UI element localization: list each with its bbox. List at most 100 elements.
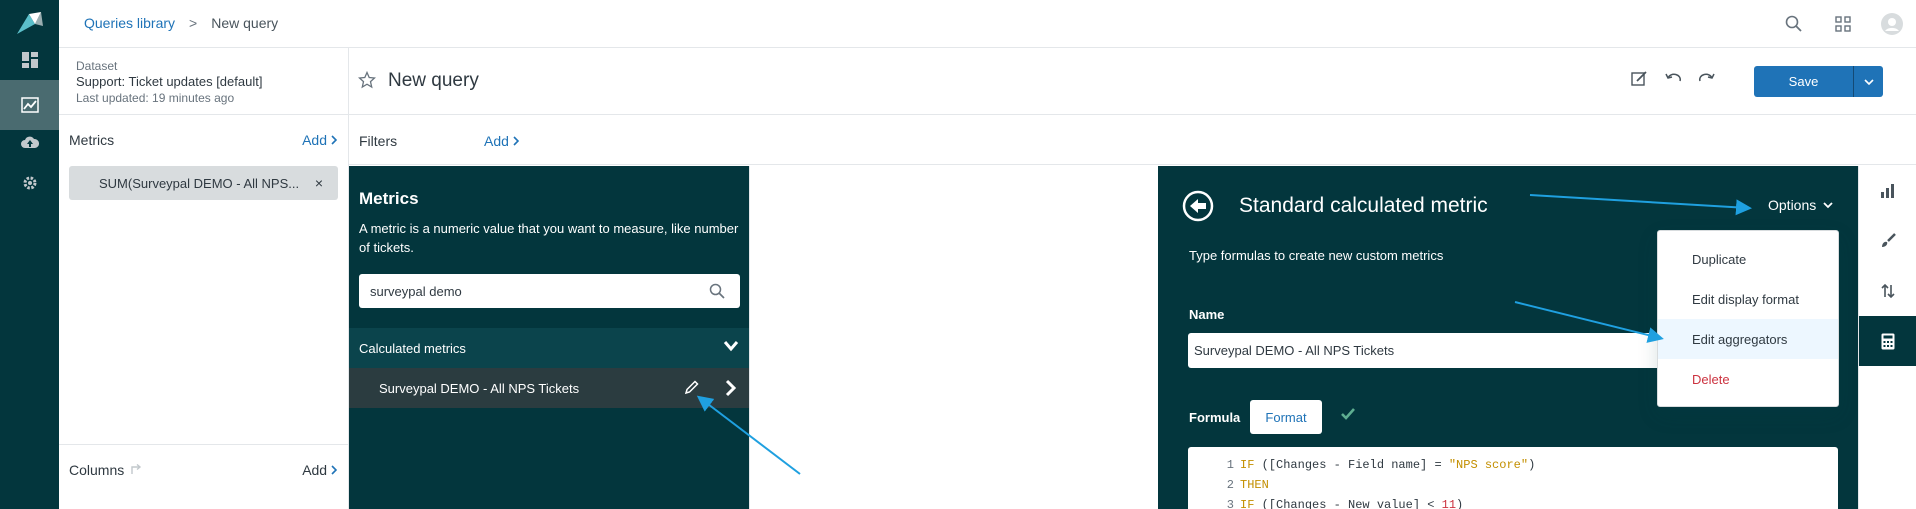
- columns-row: Columns Add: [59, 444, 349, 494]
- chevron-right-icon: [331, 464, 338, 475]
- metric-item-label: Surveypal DEMO - All NPS Tickets: [379, 380, 580, 396]
- metrics-panel-title: Metrics: [359, 189, 419, 208]
- menu-item-edit-display-format[interactable]: Edit display format: [1658, 279, 1838, 319]
- menu-item-duplicate[interactable]: Duplicate: [1658, 239, 1838, 279]
- code-text: ): [1456, 498, 1464, 509]
- dataset-label: Dataset: [76, 59, 118, 73]
- line-number: 2: [1226, 478, 1234, 492]
- menu-item-edit-aggregators[interactable]: Edit aggregators: [1658, 319, 1838, 359]
- metric-list-item[interactable]: Surveypal DEMO - All NPS Tickets: [349, 368, 749, 408]
- add-filter-label: Add: [484, 133, 509, 149]
- metric-name-input[interactable]: Surveypal DEMO - All NPS Tickets: [1188, 333, 1688, 368]
- user-avatar-icon[interactable]: [1867, 0, 1916, 47]
- columns-label: Columns: [69, 461, 125, 478]
- add-column-label: Add: [302, 461, 328, 478]
- metrics-search-input[interactable]: [359, 274, 740, 308]
- code-text: ): [1528, 458, 1536, 472]
- columns-arrow-icon: [131, 463, 142, 474]
- format-button[interactable]: Format: [1250, 400, 1322, 434]
- filters-label: Filters: [359, 133, 398, 149]
- title-actions: [1630, 70, 1716, 93]
- breadcrumb-separator: >: [189, 15, 198, 31]
- redo-icon[interactable]: [1698, 70, 1716, 93]
- dataset-name[interactable]: Support: Ticket updates [default]: [76, 74, 348, 90]
- explore-logo-icon[interactable]: [15, 10, 45, 36]
- left-nav: [0, 0, 59, 509]
- calculated-metric-title: Standard calculated metric: [1239, 194, 1488, 217]
- metric-pill-label: SUM(Surveypal DEMO - All NPS...: [99, 175, 300, 191]
- chevron-right-icon: [331, 135, 337, 145]
- breadcrumb-current: New query: [211, 15, 279, 31]
- line-number: 1: [1226, 458, 1234, 472]
- code-content: THEN: [1240, 475, 1269, 495]
- chart-format-brush-icon[interactable]: [1859, 216, 1916, 266]
- metrics-row: Metrics Add: [59, 115, 349, 165]
- settings-gear-icon[interactable]: [0, 158, 59, 208]
- formula-label: Formula: [1189, 410, 1241, 425]
- top-bar: Queries library > New query: [59, 0, 1916, 48]
- code-keyword: THEN: [1240, 478, 1269, 492]
- chevron-right-icon[interactable]: [725, 379, 737, 400]
- line-number: 3: [1226, 498, 1234, 509]
- filters-row: Filters Add: [349, 115, 1916, 165]
- products-grid-icon[interactable]: [1818, 0, 1867, 47]
- calculated-metrics-category[interactable]: Calculated metrics: [349, 328, 749, 368]
- add-column-button[interactable]: Add: [302, 461, 338, 478]
- metrics-panel-description: A metric is a numeric value that you wan…: [359, 221, 739, 255]
- dataset-last-updated: Last updated: 19 minutes ago: [76, 91, 235, 105]
- save-button-group: Save: [1754, 66, 1883, 97]
- code-number: 11: [1441, 498, 1457, 509]
- dashboards-nav-icon[interactable]: [0, 35, 59, 85]
- code-line: 2 THEN: [1188, 475, 1838, 495]
- name-label: Name: [1189, 307, 1225, 322]
- edit-pencil-icon[interactable]: [684, 380, 699, 398]
- menu-item-delete[interactable]: Delete: [1658, 359, 1838, 399]
- remove-metric-close-icon[interactable]: ×: [315, 175, 323, 191]
- code-content: IF ([Changes - Field name] = "NPS score"…: [1240, 455, 1535, 475]
- code-content: IF ([Changes - New value] < 11): [1240, 495, 1463, 509]
- dataset-info: Dataset Support: Ticket updates [default…: [59, 48, 349, 115]
- options-dropdown-menu: Duplicate Edit display format Edit aggre…: [1657, 230, 1839, 407]
- query-title[interactable]: New query: [388, 70, 479, 92]
- calculated-metric-subtitle: Type formulas to create new custom metri…: [1189, 248, 1444, 263]
- options-label: Options: [1768, 197, 1817, 213]
- metrics-label: Metrics: [69, 132, 115, 148]
- right-tool-rail: [1858, 166, 1916, 509]
- code-keyword: IF: [1240, 458, 1262, 472]
- breadcrumb: Queries library > New query: [84, 15, 278, 31]
- back-arrow-icon[interactable]: [1182, 190, 1214, 227]
- metrics-panel: Metrics A metric is a numeric value that…: [349, 166, 749, 509]
- visualization-bar-chart-icon[interactable]: [1859, 166, 1916, 216]
- formula-valid-check-icon: [1341, 407, 1355, 425]
- add-metric-label: Add: [302, 132, 327, 148]
- add-filter-button[interactable]: Add: [484, 133, 519, 149]
- code-line: 3 IF ([Changes - New value] < 11): [1188, 495, 1838, 509]
- chevron-down-icon: [1823, 201, 1833, 208]
- columns-label-group: Columns: [69, 462, 142, 478]
- save-options-chevron-down-icon[interactable]: [1853, 66, 1883, 97]
- query-title-bar: New query Save: [349, 48, 1916, 115]
- formula-editor[interactable]: 1 IF ([Changes - Field name] = "NPS scor…: [1188, 447, 1838, 509]
- save-button[interactable]: Save: [1754, 66, 1853, 97]
- breadcrumb-queries-library[interactable]: Queries library: [84, 15, 175, 31]
- code-line: 1 IF ([Changes - Field name] = "NPS scor…: [1188, 455, 1838, 475]
- add-metric-button[interactable]: Add: [302, 132, 337, 148]
- chevron-right-icon: [513, 136, 519, 146]
- side-panel: Metrics Add SUM(Surveypal DEMO - All NPS…: [59, 115, 349, 509]
- options-menu-button[interactable]: Options: [1768, 197, 1833, 213]
- sort-arrows-icon[interactable]: [1859, 266, 1916, 316]
- chevron-down-icon[interactable]: [723, 340, 739, 355]
- code-text: ([Changes - Field name] =: [1261, 458, 1449, 472]
- search-icon[interactable]: [1769, 0, 1818, 47]
- empty-canvas-area: [749, 166, 1158, 509]
- code-text: ([Changes - New value] <: [1261, 498, 1442, 509]
- search-icon[interactable]: [709, 283, 725, 304]
- star-icon[interactable]: [357, 70, 377, 94]
- calculations-calculator-icon[interactable]: [1859, 316, 1916, 366]
- code-keyword: IF: [1240, 498, 1262, 509]
- undo-icon[interactable]: [1664, 70, 1682, 93]
- code-string: "NPS score": [1448, 458, 1529, 472]
- metric-pill[interactable]: SUM(Surveypal DEMO - All NPS... ×: [69, 166, 338, 200]
- edit-title-icon[interactable]: [1630, 70, 1648, 93]
- category-label: Calculated metrics: [359, 340, 466, 356]
